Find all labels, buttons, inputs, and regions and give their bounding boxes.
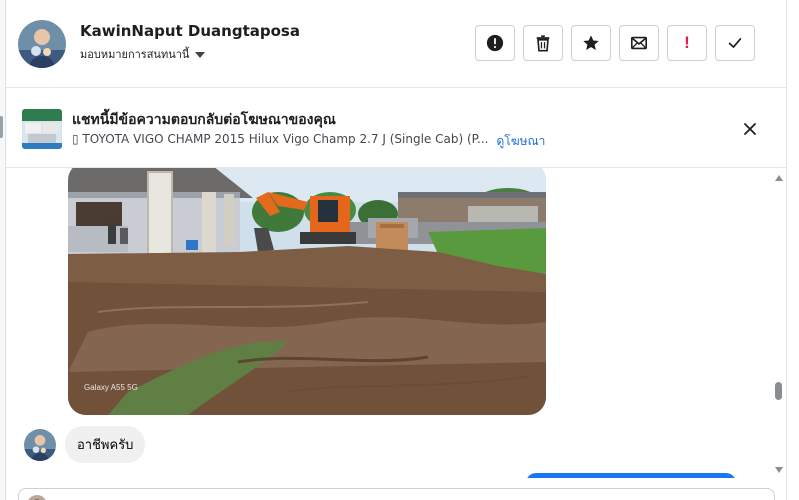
thread-scrollbar[interactable] — [771, 170, 787, 475]
sender-avatar[interactable] — [24, 428, 56, 461]
message-thread[interactable]: Galaxy A55 5G อาชีพครับ — [6, 168, 786, 478]
star-icon — [583, 35, 599, 51]
conversation-header: KawinNaput Duangtaposa มอบหมายการสนทนานี… — [6, 0, 786, 88]
assign-conversation-dropdown[interactable]: มอบหมายการสนทนานี้ — [80, 45, 206, 63]
trash-icon — [536, 35, 550, 52]
alert-circle-icon — [486, 34, 504, 52]
report-button[interactable] — [475, 25, 515, 61]
ad-thumbnail[interactable] — [22, 109, 62, 149]
scroll-down-arrow-icon[interactable] — [775, 467, 783, 473]
star-button[interactable] — [571, 25, 611, 61]
contact-name[interactable]: KawinNaput Duangtaposa — [80, 22, 300, 40]
conversation-actions: ! — [475, 25, 755, 61]
mark-done-button[interactable] — [715, 25, 755, 61]
outgoing-message-bubble[interactable] — [526, 473, 736, 478]
panel-collapse-handle[interactable] — [0, 116, 3, 138]
ad-product-name: ▯ TOYOTA VIGO CHAMP 2015 Hilux Vigo Cham… — [72, 132, 489, 146]
envelope-icon — [630, 36, 648, 50]
assign-label: มอบหมายการสนทนานี้ — [80, 48, 190, 61]
ad-banner-subtitle-row: ▯ TOYOTA VIGO CHAMP 2015 Hilux Vigo Cham… — [72, 132, 545, 151]
scroll-up-arrow-icon[interactable] — [775, 175, 783, 181]
window-right-edge — [786, 0, 799, 500]
ad-banner-title: แชทนี้มีข้อความตอบกลับต่อโฆษณาของคุณ — [72, 112, 336, 128]
view-ad-link[interactable]: ดูโฆษณา — [496, 132, 545, 151]
scrollbar-thumb[interactable] — [775, 382, 782, 400]
incoming-message-bubble[interactable]: อาชีพครับ — [65, 426, 146, 463]
follow-up-button[interactable]: ! — [667, 25, 707, 61]
composer-avatar — [27, 495, 47, 500]
caret-down-icon — [195, 51, 206, 58]
mark-unread-button[interactable] — [619, 25, 659, 61]
construction-site-photo — [68, 168, 546, 415]
ad-reply-banner: แชทนี้มีข้อความตอบกลับต่อโฆษณาของคุณ ▯ T… — [6, 88, 786, 168]
photo-attachment[interactable]: Galaxy A55 5G — [68, 168, 546, 415]
delete-button[interactable] — [523, 25, 563, 61]
check-icon — [728, 38, 742, 48]
close-icon[interactable] — [742, 121, 758, 137]
exclamation-icon: ! — [684, 33, 690, 52]
message-composer[interactable] — [18, 488, 775, 500]
contact-avatar[interactable] — [18, 20, 66, 68]
incoming-message-row: อาชีพครับ — [24, 426, 146, 463]
photo-watermark: Galaxy A55 5G — [84, 383, 138, 392]
